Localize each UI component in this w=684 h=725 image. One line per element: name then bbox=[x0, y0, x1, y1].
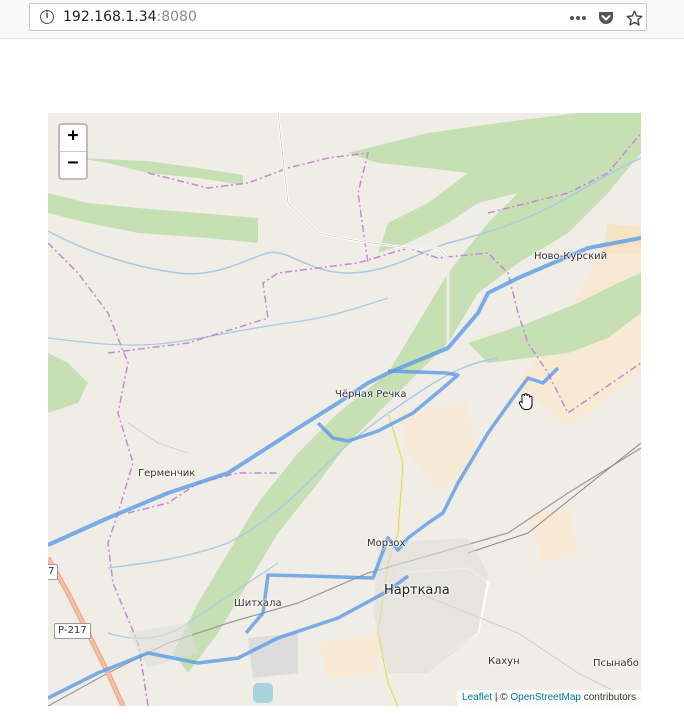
zoom-in-button[interactable]: + bbox=[60, 125, 86, 151]
info-icon[interactable]: i bbox=[40, 10, 54, 24]
road-shield-7: 7 bbox=[48, 564, 59, 580]
attribution-contributors: contributors bbox=[580, 692, 636, 703]
place-label-shitkhala: Шитхала bbox=[234, 598, 282, 609]
place-label-kakhun: Кахун bbox=[488, 656, 520, 667]
url-bar[interactable]: i 192.168.1.34:8080 bbox=[29, 3, 647, 31]
place-label-germenchik: Герменчик bbox=[138, 468, 196, 479]
map-tiles bbox=[48, 113, 641, 706]
star-icon[interactable] bbox=[624, 8, 644, 28]
attribution-separator: | © bbox=[492, 692, 511, 703]
zoom-control: + − bbox=[58, 123, 88, 180]
leaflet-link[interactable]: Leaflet bbox=[462, 692, 492, 703]
place-label-psynabo: Псынабо bbox=[593, 658, 639, 669]
url-host: 192.168.1.34 bbox=[63, 9, 157, 25]
place-label-nartkala: Нарткала bbox=[384, 583, 450, 598]
zoom-out-button[interactable]: − bbox=[60, 151, 86, 178]
pocket-icon[interactable] bbox=[596, 8, 616, 28]
map-container[interactable]: + − Ново-Курский Чёрная Речка Герменчик … bbox=[48, 113, 641, 706]
pond bbox=[253, 683, 273, 703]
url-text[interactable]: 192.168.1.34:8080 bbox=[63, 9, 197, 25]
osm-link[interactable]: OpenStreetMap bbox=[510, 692, 581, 703]
more-icon[interactable] bbox=[568, 8, 588, 28]
place-label-novo-kursky: Ново-Курский bbox=[534, 251, 608, 262]
place-label-chernaya-rechka: Чёрная Речка bbox=[335, 389, 407, 400]
road-shield-p217: Р-217 bbox=[54, 623, 91, 639]
place-label-morzoh: Морзох bbox=[367, 538, 406, 549]
browser-toolbar: i 192.168.1.34:8080 bbox=[0, 0, 684, 39]
map-attribution: Leaflet | © OpenStreetMap contributors bbox=[457, 690, 641, 706]
url-port: :8080 bbox=[156, 9, 197, 25]
